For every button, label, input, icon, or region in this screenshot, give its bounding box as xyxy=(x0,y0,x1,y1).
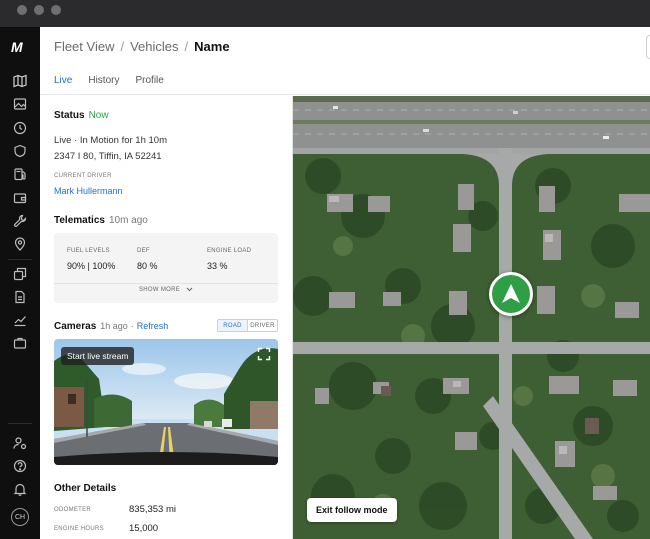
wrench-icon[interactable] xyxy=(13,214,27,228)
window-minimize-button[interactable] xyxy=(34,5,44,15)
brand-logo[interactable]: M xyxy=(11,39,29,55)
map-imagery xyxy=(293,96,650,539)
window-titlebar xyxy=(0,0,650,27)
show-more-label: SHOW MORE xyxy=(138,287,181,294)
odometer-value: 835,353 mi xyxy=(129,504,177,515)
help-icon[interactable] xyxy=(13,459,27,473)
fuel-levels-label: FUEL LEVELS xyxy=(67,248,110,254)
clock-icon[interactable] xyxy=(13,121,27,135)
page-title: Name xyxy=(194,39,230,54)
current-driver-link[interactable]: Mark Hullermann xyxy=(54,186,123,196)
document-icon[interactable] xyxy=(13,290,27,304)
cameras-refresh-link[interactable]: Refresh xyxy=(137,321,169,331)
cameras-updated: 1h ago xyxy=(100,321,128,331)
fuel-icon[interactable] xyxy=(13,167,27,181)
rail-divider xyxy=(8,423,32,424)
breadcrumb-vehicles[interactable]: Vehicles xyxy=(130,39,178,54)
breadcrumb: Fleet View / Vehicles / Name xyxy=(54,39,230,54)
engine-hours-label: ENGINE HOURS xyxy=(54,526,104,532)
window-maximize-button[interactable] xyxy=(51,5,61,15)
status-section-title: Status Now xyxy=(54,110,109,121)
trend-chart-icon[interactable] xyxy=(13,313,27,327)
camera-driver-toggle[interactable]: DRIVER xyxy=(248,320,277,331)
nav-rail: M CH xyxy=(0,27,40,539)
status-badge: Now xyxy=(88,110,109,121)
def-label: DEF xyxy=(137,248,150,254)
wallet-icon[interactable] xyxy=(13,191,27,205)
image-icon[interactable] xyxy=(13,97,27,111)
status-title: Status xyxy=(54,110,85,121)
breadcrumb-fleet-view[interactable]: Fleet View xyxy=(54,39,114,54)
fuel-levels-value: 90% | 100% xyxy=(67,261,116,271)
expand-icon[interactable] xyxy=(257,347,271,361)
cameras-title: Cameras xyxy=(54,321,97,332)
tab-live[interactable]: Live xyxy=(54,75,72,86)
show-more-button[interactable]: SHOW MORE xyxy=(54,287,278,293)
tab-bar: Live History Profile xyxy=(54,75,164,86)
telematics-title: Telematics xyxy=(54,215,105,226)
briefcase-icon[interactable] xyxy=(13,336,27,350)
map-icon[interactable] xyxy=(13,74,27,88)
status-motion-text: Live · In Motion for 1h 10m xyxy=(54,135,167,146)
satellite-map[interactable]: Exit follow mode xyxy=(293,96,650,539)
cameras-section-title: Cameras 1h ago · Refresh xyxy=(54,321,168,332)
telematics-divider xyxy=(54,283,278,284)
engine-load-label: ENGINE LOAD xyxy=(207,248,252,254)
breadcrumb-separator: / xyxy=(120,39,125,54)
tab-profile[interactable]: Profile xyxy=(135,75,163,86)
other-details-title: Other Details xyxy=(54,483,117,494)
def-value: 80 % xyxy=(137,261,158,271)
user-avatar[interactable]: CH xyxy=(11,508,29,526)
engine-load-value: 33 % xyxy=(207,261,228,271)
engine-load-metric: ENGINE LOAD 33 % xyxy=(207,248,251,271)
bell-icon[interactable] xyxy=(13,482,27,496)
engine-hours-value: 15,000 xyxy=(129,523,159,534)
status-address: 2347 I 80, Tiffin, IA 52241 xyxy=(54,151,162,162)
shield-icon[interactable] xyxy=(13,144,27,158)
camera-view-toggle: ROAD DRIVER xyxy=(217,319,278,332)
location-pin-icon[interactable] xyxy=(13,237,27,251)
vehicle-marker[interactable] xyxy=(489,272,533,316)
cameras-dot-separator: · xyxy=(130,321,134,331)
vehicle-details-panel: Status Now Live · In Motion for 1h 10m 23… xyxy=(40,96,293,539)
chevron-down-icon xyxy=(186,287,193,292)
current-driver-caption: CURRENT DRIVER xyxy=(54,173,112,179)
navigation-arrow-icon xyxy=(502,284,520,303)
header-action-button[interactable] xyxy=(646,35,650,59)
rail-divider xyxy=(8,259,32,260)
telematics-section-title: Telematics 10m ago xyxy=(54,215,148,226)
odometer-label: ODOMETER xyxy=(54,507,92,513)
camera-road-toggle[interactable]: ROAD xyxy=(218,320,248,331)
fuel-levels-metric: FUEL LEVELS 90% | 100% xyxy=(67,248,115,271)
breadcrumb-separator: / xyxy=(184,39,189,54)
exit-follow-mode-button[interactable]: Exit follow mode xyxy=(307,498,397,522)
window-close-button[interactable] xyxy=(17,5,27,15)
users-settings-icon[interactable] xyxy=(13,436,27,450)
telematics-updated: 10m ago xyxy=(108,215,148,226)
telematics-card: FUEL LEVELS 90% | 100% DEF 80 % ENGINE L… xyxy=(54,233,278,303)
layers-icon[interactable] xyxy=(13,267,27,281)
page-header: Fleet View / Vehicles / Name Live History Pr… xyxy=(40,27,650,95)
tab-history[interactable]: History xyxy=(88,75,119,86)
dashcam-preview[interactable]: Start live stream xyxy=(54,339,278,465)
def-metric: DEF 80 % xyxy=(137,248,158,271)
start-live-stream-button[interactable]: Start live stream xyxy=(61,347,135,365)
